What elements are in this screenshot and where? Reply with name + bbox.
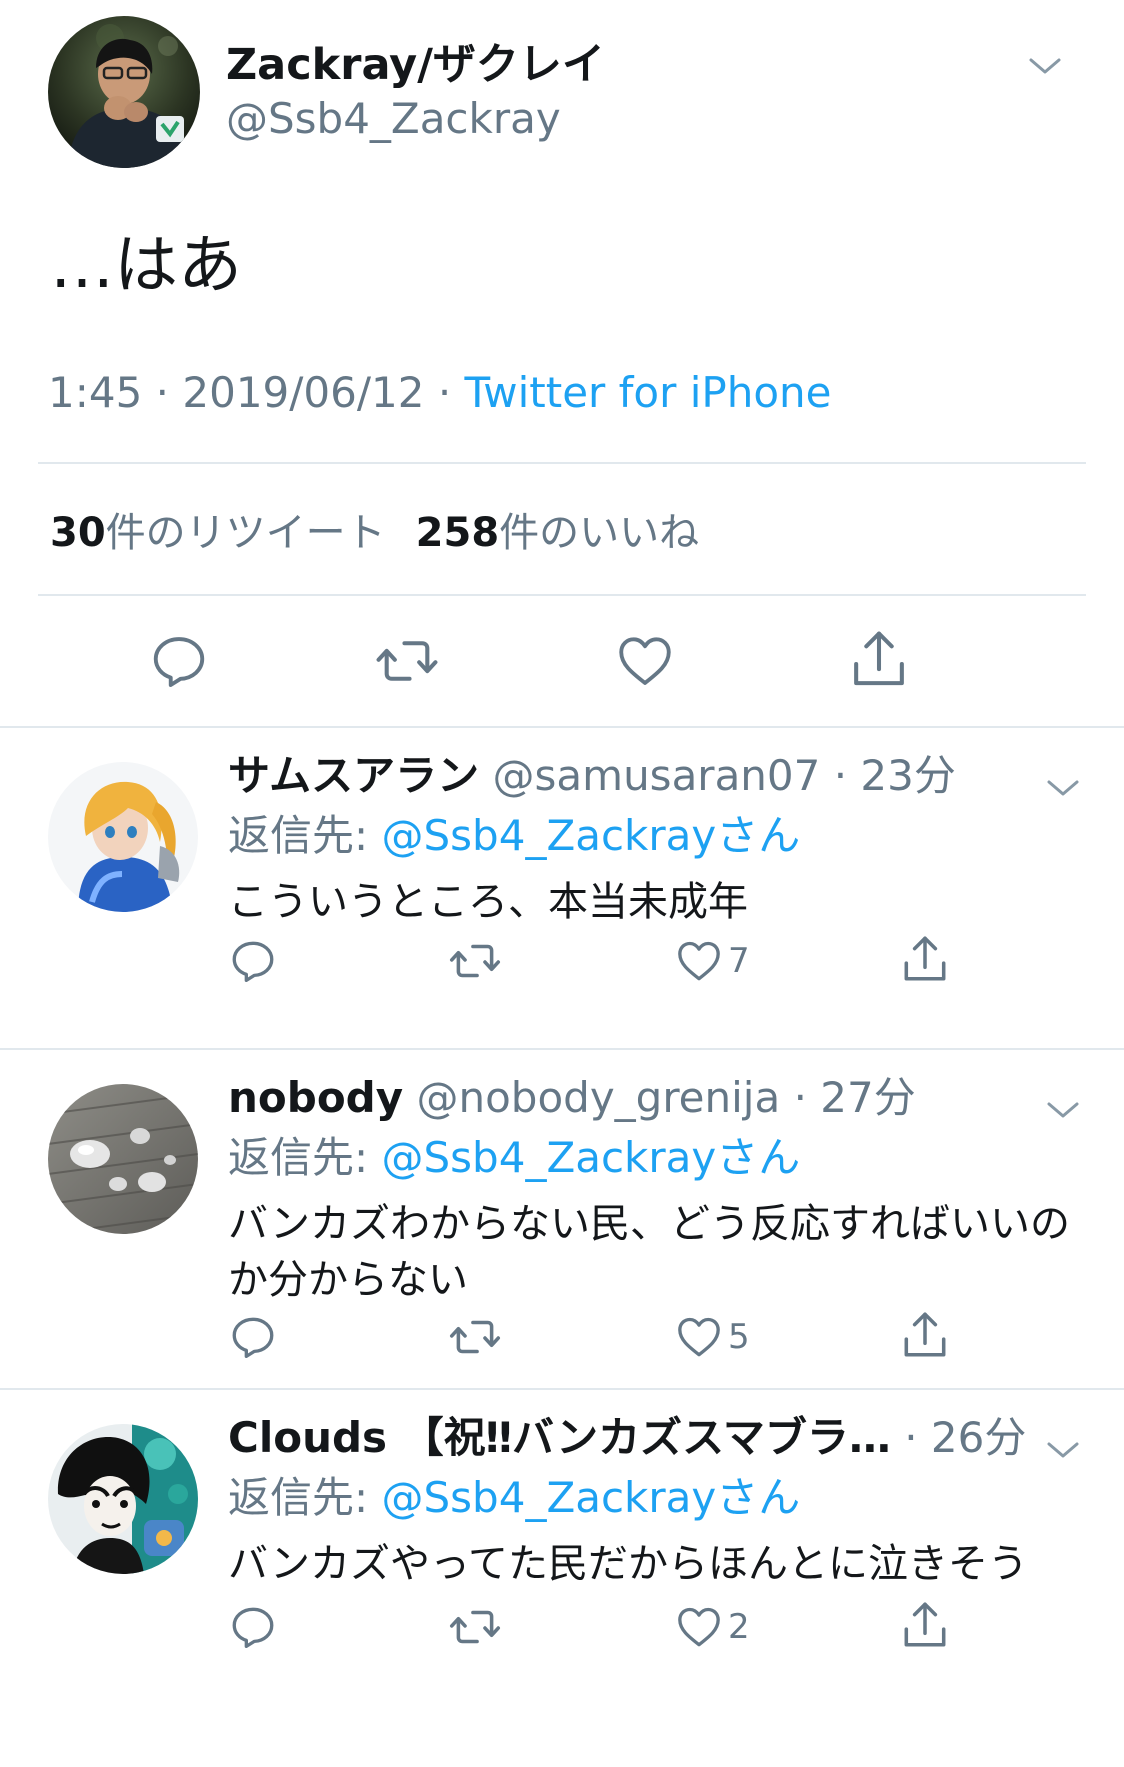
retweet-icon[interactable] <box>448 1602 502 1652</box>
avatar-anime-joker <box>48 1424 198 1574</box>
reply-icon[interactable] <box>228 1312 278 1362</box>
main-avatar[interactable] <box>48 16 200 168</box>
reply-to-line: 返信先: @Ssb4_Zackrayさん <box>228 808 1084 864</box>
like-count: 5 <box>728 1317 750 1357</box>
reply-to-link[interactable]: @Ssb4_Zackrayさん <box>382 1133 801 1182</box>
share-icon[interactable] <box>900 932 950 986</box>
reply-to-link[interactable]: @Ssb4_Zackrayさん <box>382 811 801 860</box>
reply-header: nobody @nobody_grenija · 27分 <box>228 1070 1084 1126</box>
reply-icon[interactable] <box>148 630 210 692</box>
avatar-photo-zackray <box>48 16 200 168</box>
reply-actions: 5 <box>228 1312 988 1372</box>
reply-actions: 7 <box>228 936 988 996</box>
heart-icon[interactable] <box>674 936 724 986</box>
like-action[interactable]: 5 <box>674 1312 750 1362</box>
reply-display-name[interactable]: Clouds 【祝‼バンカズスマブラ… <box>228 1413 891 1462</box>
reply-to-prefix: 返信先: <box>228 1133 382 1182</box>
like-action[interactable]: 2 <box>674 1602 750 1652</box>
avatar-water-drops <box>48 1084 198 1234</box>
reply-tweet[interactable]: nobody @nobody_grenija · 27分 返信先: @Ssb4_… <box>0 1050 1124 1388</box>
retweet-icon[interactable] <box>448 1312 502 1362</box>
reply-avatar[interactable] <box>48 1084 198 1234</box>
share-icon[interactable] <box>900 1598 950 1652</box>
reply-icon[interactable] <box>228 936 278 986</box>
reply-time: · 23分 <box>833 751 956 800</box>
chevron-down-icon[interactable] <box>1028 56 1062 76</box>
main-author[interactable]: Zackray/ザクレイ @Ssb4_Zackray <box>226 38 605 146</box>
reply-handle[interactable]: @samusaran07 <box>493 751 821 800</box>
retweet-stat-label: 件のリツイート <box>105 510 386 556</box>
reply-tweet[interactable]: サムスアラン @samusaran07 · 23分 返信先: @Ssb4_Zac… <box>0 728 1124 1048</box>
main-tweet-header: Zackray/ザクレイ @Ssb4_Zackray <box>38 16 1086 168</box>
reply-to-prefix: 返信先: <box>228 811 382 860</box>
reply-time: · 26分 <box>904 1413 1027 1462</box>
heart-icon[interactable] <box>674 1602 724 1652</box>
reply-content: Clouds 【祝‼バンカズスマブラ… · 26分 返信先: @Ssb4_Zac… <box>228 1410 1084 1592</box>
reply-to-line: 返信先: @Ssb4_Zackrayさん <box>228 1470 1084 1526</box>
main-tweet-text: …はあ <box>50 229 242 303</box>
retweet-count: 30 <box>50 510 106 556</box>
reply-icon[interactable] <box>228 1602 278 1652</box>
share-icon[interactable] <box>848 626 910 692</box>
main-tweet-actions <box>38 596 1086 726</box>
main-handle[interactable]: @Ssb4_Zackray <box>226 92 605 146</box>
like-count: 7 <box>728 941 750 981</box>
main-tweet: Zackray/ザクレイ @Ssb4_Zackray …はあ 1:45 · 20… <box>0 0 1124 726</box>
reply-tweet[interactable]: Clouds 【祝‼バンカズスマブラ… · 26分 返信先: @Ssb4_Zac… <box>0 1390 1124 1662</box>
reply-to-link[interactable]: @Ssb4_Zackrayさん <box>382 1473 801 1522</box>
retweet-icon[interactable] <box>374 630 440 692</box>
reply-text: バンカズわからない民、どう反応すればいいのか分からない <box>228 1201 1070 1303</box>
reply-avatar[interactable] <box>48 762 198 912</box>
reply-display-name[interactable]: サムスアラン <box>228 751 479 800</box>
reply-display-name[interactable]: nobody <box>228 1073 403 1122</box>
reply-text: こういうところ、本当未成年 <box>228 879 748 925</box>
reply-handle[interactable]: @nobody_grenija <box>416 1073 780 1122</box>
reply-content: nobody @nobody_grenija · 27分 返信先: @Ssb4_… <box>228 1070 1084 1308</box>
reply-content: サムスアラン @samusaran07 · 23分 返信先: @Ssb4_Zac… <box>228 748 1084 930</box>
chevron-down-icon[interactable] <box>1046 778 1080 798</box>
like-stat-label: 件のいいね <box>499 510 700 556</box>
tweet-source-link[interactable]: Twitter for iPhone <box>465 368 832 417</box>
chevron-down-icon[interactable] <box>1046 1100 1080 1120</box>
tweet-detail-screen: Zackray/ザクレイ @Ssb4_Zackray …はあ 1:45 · 20… <box>0 0 1124 1767</box>
meta-separator: · <box>424 368 465 417</box>
main-tweet-meta: 1:45 · 2019/06/12 · Twitter for iPhone <box>48 366 1086 420</box>
reply-avatar[interactable] <box>48 1424 198 1574</box>
tweet-time: 1:45 <box>48 368 143 417</box>
reply-to-line: 返信先: @Ssb4_Zackrayさん <box>228 1130 1084 1186</box>
like-count: 2 <box>728 1607 750 1647</box>
reply-actions: 2 <box>228 1602 988 1662</box>
meta-separator: · <box>142 368 183 417</box>
avatar-anime-samus <box>48 762 198 912</box>
reply-time: · 27分 <box>793 1073 916 1122</box>
like-action[interactable]: 7 <box>674 936 750 986</box>
reply-header: Clouds 【祝‼バンカズスマブラ… · 26分 <box>228 1410 1084 1466</box>
reply-to-prefix: 返信先: <box>228 1473 382 1522</box>
tweet-date: 2019/06/12 <box>182 368 425 417</box>
retweet-stat[interactable]: 30件のリツイート <box>50 500 386 558</box>
reply-text: バンカズやってた民だからほんとに泣きそう <box>228 1541 1028 1587</box>
like-stat[interactable]: 258件のいいね <box>416 500 700 558</box>
heart-icon[interactable] <box>614 630 676 692</box>
share-icon[interactable] <box>900 1308 950 1362</box>
tweet-stats: 30件のリツイート 258件のいいね <box>50 464 1086 594</box>
chevron-down-icon[interactable] <box>1046 1440 1080 1460</box>
main-display-name[interactable]: Zackray/ザクレイ <box>226 38 605 92</box>
reply-header: サムスアラン @samusaran07 · 23分 <box>228 748 1084 804</box>
like-count: 258 <box>415 510 500 556</box>
retweet-icon[interactable] <box>448 936 502 986</box>
heart-icon[interactable] <box>674 1312 724 1362</box>
